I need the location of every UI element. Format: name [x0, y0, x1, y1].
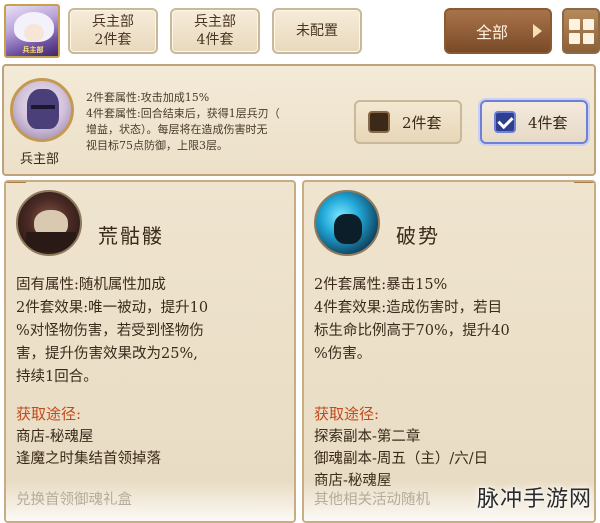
source-line: 探索副本-第二章: [314, 429, 421, 445]
set-name: 兵主部: [20, 152, 60, 167]
card-body: 2件套属性:暴击15% 4件套效果:造成伤害时，若目 标生命比例高于70%，提升…: [314, 274, 590, 492]
four-piece-label: 4件套: [528, 113, 568, 132]
card-body-line: 害，提升伤害效果改为25%,: [16, 346, 198, 362]
grid-icon: [583, 19, 594, 30]
filter-label-line1: 未配置: [296, 23, 338, 39]
filter-label-line2: 4件套: [196, 32, 234, 48]
top-bar: 兵主部 兵主部 2件套 兵主部 4件套 未配置 全部: [0, 0, 600, 62]
grid-icon: [583, 33, 594, 44]
card-body-line: 持续1回合。: [16, 369, 98, 385]
set-desc-line: 2件套属性:攻击加成15%: [86, 91, 210, 104]
source-line: 御魂副本-周五（主）/六/日: [314, 451, 489, 467]
two-piece-toggle[interactable]: 2件套: [354, 100, 462, 144]
shikigami-avatar[interactable]: 兵主部: [4, 4, 60, 58]
card-body: 固有属性:随机属性加成 2件套效果:唯一被动，提升10 %对怪物伤害，若受到怪物…: [16, 274, 292, 470]
set-desc-line: 视目标75点防御，上限3层。: [86, 139, 228, 152]
helmet-visor: [31, 105, 55, 109]
source-title: 获取途径:: [314, 405, 380, 423]
card-title: 破势: [396, 224, 440, 248]
spirit-silhouette: [334, 214, 362, 244]
filter-unconfigured-button[interactable]: 未配置: [272, 8, 362, 54]
armor-shape: [26, 232, 76, 252]
filter-label-line2: 2件套: [94, 32, 132, 48]
site-watermark: 脉冲手游网: [476, 487, 592, 512]
card-corner-ornament: [6, 182, 26, 190]
filter-set-4piece-button[interactable]: 兵主部 4件套: [170, 8, 260, 54]
filter-label-line1: 兵主部: [194, 14, 236, 30]
avatar-face: [24, 24, 44, 42]
source-title: 获取途径:: [16, 405, 82, 423]
card-body-line: 标生命比例高于70%，提升40: [314, 323, 510, 339]
source-line: 逢魔之时集结首领掉落: [16, 451, 161, 467]
skeleton-soul-icon: [16, 190, 82, 256]
source-line: 商店-秘魂屋: [16, 429, 94, 445]
filter-label-line1: 兵主部: [92, 14, 134, 30]
all-label: 全部: [476, 23, 509, 42]
blue-spirit-soul-icon: [314, 190, 380, 256]
set-info-panel: 兵主部 2件套属性:攻击加成15% 4件套属性:回合结束后，获得1层兵刃（ 增益…: [2, 64, 596, 176]
card-title: 荒骷髅: [98, 224, 164, 248]
two-piece-label: 2件套: [402, 113, 442, 132]
checkbox-checked-icon: [494, 111, 516, 133]
card-corner-ornament: [574, 182, 594, 190]
filter-set-2piece-button[interactable]: 兵主部 2件套: [68, 8, 158, 54]
checkbox-unchecked-icon: [368, 111, 390, 133]
triangle-right-icon: [533, 24, 542, 38]
grid-icon: [569, 19, 580, 30]
set-desc-line: 增益，状态）。每层将在造成伤害时无: [86, 123, 268, 136]
set-description: 2件套属性:攻击加成15% 4件套属性:回合结束后，获得1层兵刃（ 增益，状态）…: [86, 90, 336, 154]
soul-card-poshi[interactable]: 破势 2件套属性:暴击15% 4件套效果:造成伤害时，若目 标生命比例高于70%…: [302, 180, 596, 523]
set-desc-line: 4件套属性:回合结束后，获得1层兵刃（: [86, 107, 280, 120]
set-portrait-icon: [10, 78, 74, 142]
all-dropdown-button[interactable]: 全部: [444, 8, 552, 54]
avatar-tag: 兵主部: [22, 46, 44, 54]
grid-icon: [569, 33, 580, 44]
card-body-line: %伤害。: [314, 346, 372, 362]
helmet-icon: [27, 89, 59, 129]
card-body-line: 4件套效果:造成伤害时，若目: [314, 300, 503, 316]
soul-card-huangkulou[interactable]: 荒骷髅 固有属性:随机属性加成 2件套效果:唯一被动，提升10 %对怪物伤害，若…: [4, 180, 296, 523]
card-body-line: 2件套效果:唯一被动，提升10: [16, 300, 209, 316]
faded-source-line: 兑换首领御魂礼盒: [16, 492, 132, 508]
four-piece-toggle[interactable]: 4件套: [480, 100, 588, 144]
grid-view-button[interactable]: [562, 8, 600, 54]
card-body-line: 固有属性:随机属性加成: [16, 277, 166, 293]
card-body-line: %对怪物伤害，若受到怪物伤: [16, 323, 204, 339]
faded-source-line: 其他相关活动随机: [314, 492, 430, 508]
card-body-line: 2件套属性:暴击15%: [314, 277, 448, 293]
